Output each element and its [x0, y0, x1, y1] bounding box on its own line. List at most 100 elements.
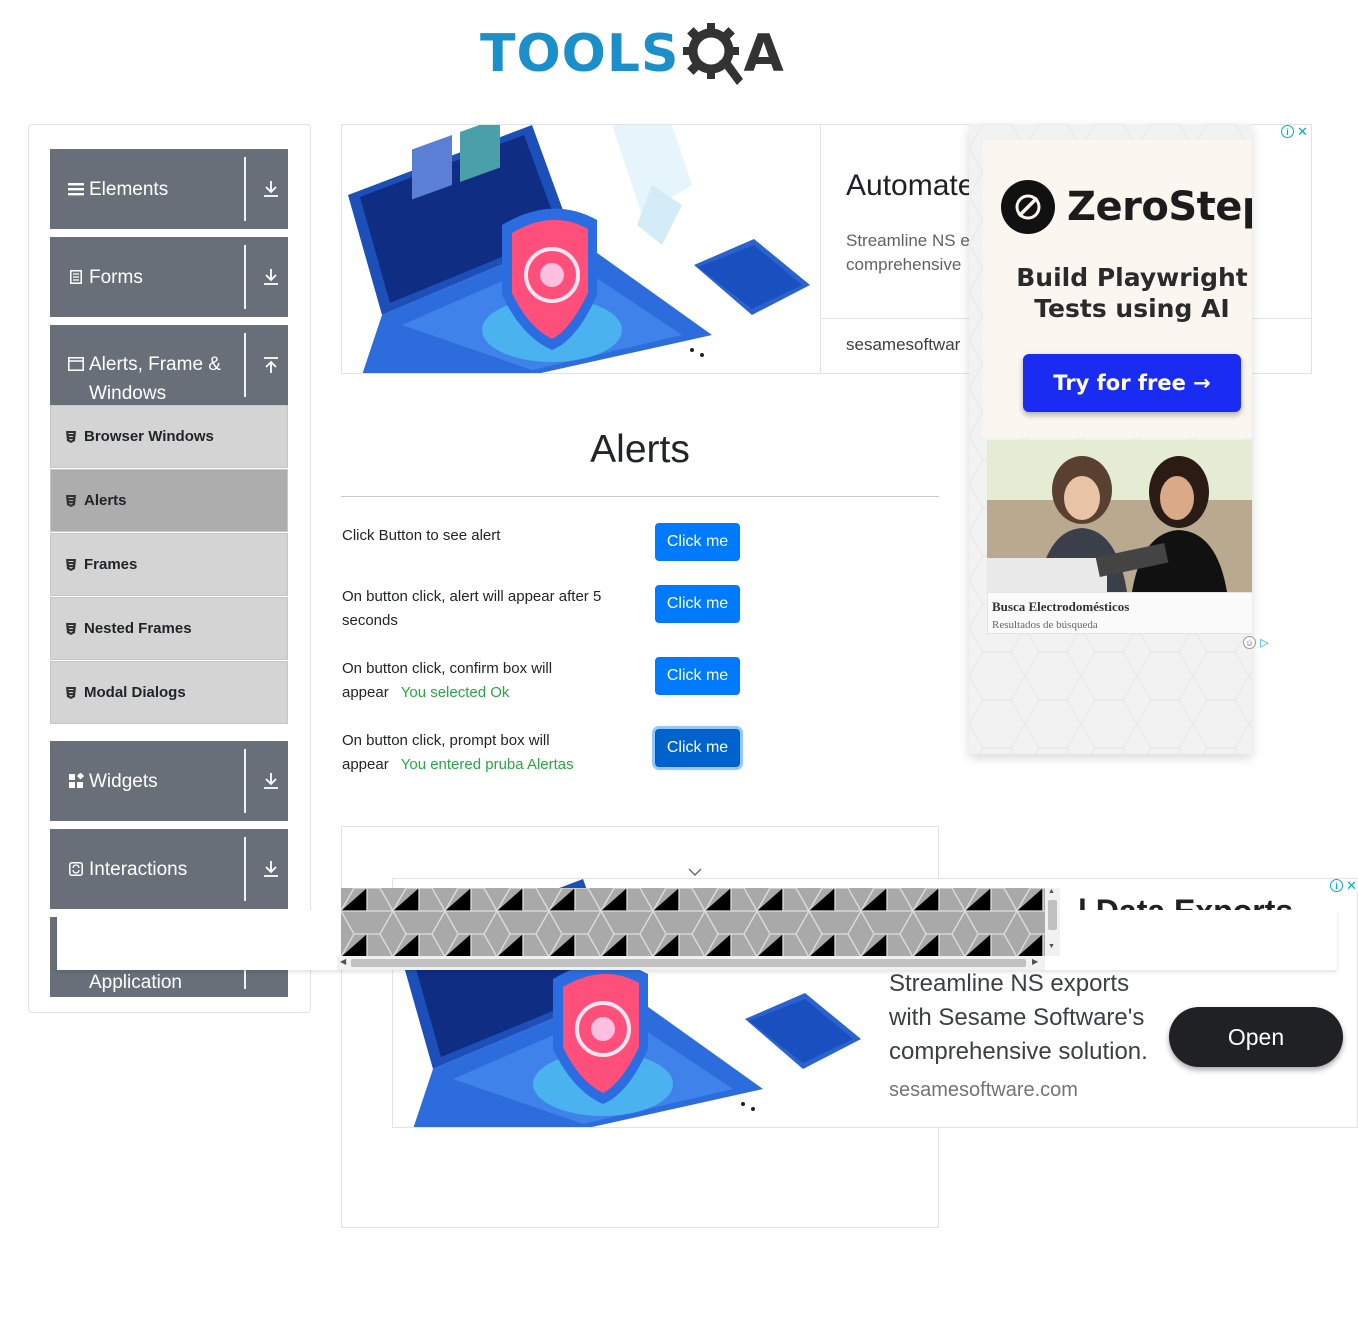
page-title: Alerts	[590, 428, 690, 471]
divider	[820, 125, 821, 373]
zerostep-brand: ZeroStep	[1067, 184, 1252, 230]
download-arrow-icon[interactable]	[262, 177, 280, 201]
ad-desc-line-1: Streamline NS e	[846, 231, 970, 250]
sidebar-item-alerts[interactable]: Alerts	[50, 469, 288, 532]
label-line-2: Windows	[89, 383, 167, 404]
horizontal-scrollbar[interactable]: ◀ ▶	[337, 956, 1045, 970]
scroll-left-icon[interactable]: ◀	[340, 957, 346, 966]
info-icon[interactable]: i	[1330, 879, 1343, 892]
row-label-text: On button click, confirm box will	[342, 660, 553, 677]
students-photo[interactable]	[987, 440, 1252, 592]
sidebar-item-browser-windows[interactable]: Browser Windows	[50, 405, 288, 468]
sidebar-item-frames[interactable]: Frames	[50, 533, 288, 596]
download-arrow-icon[interactable]	[262, 769, 280, 793]
ad-title[interactable]: Automate	[846, 169, 974, 203]
download-arrow-icon[interactable]	[262, 265, 280, 289]
scroll-thumb[interactable]	[1048, 900, 1057, 930]
logo-text-a: A	[743, 24, 784, 84]
hamburger-icon	[67, 182, 85, 196]
sidebar-group-label: Interactions	[89, 858, 188, 880]
widgets-icon	[67, 773, 85, 789]
scroll-up-icon[interactable]: ▲	[1048, 888, 1055, 895]
confirm-result: You selected Ok	[400, 684, 510, 701]
face-icon[interactable]: ☺	[1243, 636, 1256, 649]
sidebar-group-label: Elements	[89, 178, 169, 200]
timer-alert-row-label: On button click, alert will appear after…	[342, 585, 601, 633]
sidebar-group-label: Widgets	[89, 770, 158, 792]
alert-row-label: Click Button to see alert	[342, 524, 500, 548]
separator	[244, 333, 246, 397]
ad-laptop-shield-illustration	[342, 125, 820, 373]
sidebar-group-alerts-frame-windows[interactable]: Alerts, Frame & Windows	[50, 325, 288, 405]
open-button[interactable]: Open	[1169, 1007, 1343, 1067]
toolsqa-logo[interactable]: TOOLS A	[480, 14, 805, 94]
zerostep-card[interactable]: ZeroStep Build Playwright Tests using AI…	[983, 140, 1252, 438]
vertical-scrollbar[interactable]: ▲ ▼	[1045, 888, 1060, 956]
photo-caption[interactable]: Busca Electrodomésticos Resultados de bú…	[987, 592, 1252, 634]
confirm-button[interactable]: Click me	[655, 657, 740, 695]
row-label-text-2: seconds	[342, 612, 398, 629]
ad-domain[interactable]: sesamesoftwar	[846, 335, 960, 355]
separator	[244, 837, 246, 901]
download-arrow-icon[interactable]	[262, 857, 280, 881]
ad-description: Streamline NS exports with Sesame Softwa…	[889, 970, 1148, 1065]
interactions-icon	[67, 862, 85, 876]
alert-button[interactable]: Click me	[655, 523, 740, 561]
prompt-row-label: On button click, prompt box will appear Y…	[342, 729, 574, 777]
adchoices-icon[interactable]: ▷	[1258, 636, 1271, 649]
title-divider	[341, 496, 939, 497]
gear-magnifier-icon	[683, 23, 744, 85]
html5-icon	[65, 622, 77, 636]
ad-choices[interactable]: i ✕	[1281, 124, 1309, 139]
prompt-result: You entered pruba Alertas	[400, 756, 574, 773]
sidebar-group-elements[interactable]: Elements	[50, 149, 288, 229]
ad-badges[interactable]: ☺ ▷	[1243, 636, 1271, 649]
zerostep-logo: ZeroStep	[1001, 180, 1252, 234]
html5-icon	[65, 494, 77, 508]
upload-arrow-icon[interactable]	[262, 353, 280, 377]
row-label-text: On button click, alert will appear after…	[342, 588, 602, 605]
window-icon	[67, 357, 85, 371]
logo-text-tools: TOOLS	[480, 24, 680, 84]
sidebar-group-label: Alerts, Frame & Windows	[89, 325, 288, 408]
row-label-text-2: appear	[342, 684, 389, 701]
ad-domain[interactable]: sesamesoftware.com	[889, 1079, 1078, 1102]
close-icon[interactable]: ✕	[1296, 124, 1309, 139]
ad-choices[interactable]: i ✕	[1330, 878, 1358, 893]
photo-caption-subtitle: Resultados de búsqueda	[992, 619, 1098, 631]
separator	[244, 749, 246, 813]
sidebar-item-label: Nested Frames	[84, 620, 192, 637]
ad-description: Streamline NS e comprehensive	[846, 229, 970, 277]
sidebar-group-forms[interactable]: Forms	[50, 237, 288, 317]
scroll-down-icon[interactable]: ▼	[1048, 943, 1055, 950]
html5-icon	[65, 430, 77, 444]
scroll-right-icon[interactable]: ▶	[1032, 957, 1038, 966]
zerostep-side-ad[interactable]: ZeroStep Build Playwright Tests using AI…	[969, 124, 1252, 754]
info-icon[interactable]: i	[1281, 125, 1294, 138]
separator	[244, 245, 246, 309]
sidebar-group-label: Application	[89, 972, 182, 993]
confirm-row-label: On button click, confirm box will appear…	[342, 657, 552, 705]
row-label-text: On button click, prompt box will	[342, 732, 550, 749]
row-label-text: Click Button to see alert	[342, 527, 501, 544]
html5-icon	[65, 558, 77, 572]
html5-icon	[65, 686, 77, 700]
hex-pattern-iframe[interactable]	[341, 888, 1045, 956]
photo-caption-title: Busca Electrodomésticos	[992, 599, 1130, 614]
sidebar-item-label: Frames	[84, 556, 138, 573]
sidebar-item-modal-dialogs[interactable]: Modal Dialogs	[50, 661, 288, 724]
try-for-free-button[interactable]: Try for free →	[1023, 354, 1241, 412]
sidebar-item-label: Modal Dialogs	[84, 684, 186, 701]
tagline-line-1: Build Playwright	[1016, 263, 1248, 292]
tagline-line-2: Tests using AI	[1034, 294, 1230, 323]
sidebar-item-label: Browser Windows	[84, 428, 214, 445]
scroll-thumb[interactable]	[351, 959, 1026, 967]
zerostep-logo-icon	[1001, 180, 1055, 234]
sidebar-group-interactions[interactable]: Interactions	[50, 829, 288, 909]
sidebar-item-nested-frames[interactable]: Nested Frames	[50, 597, 288, 660]
sidebar-group-widgets[interactable]: Widgets	[50, 741, 288, 821]
sidebar-item-label: Alerts	[84, 492, 127, 509]
close-icon[interactable]: ✕	[1345, 878, 1358, 893]
timer-alert-button[interactable]: Click me	[655, 585, 740, 623]
prompt-button[interactable]: Click me	[655, 729, 740, 767]
